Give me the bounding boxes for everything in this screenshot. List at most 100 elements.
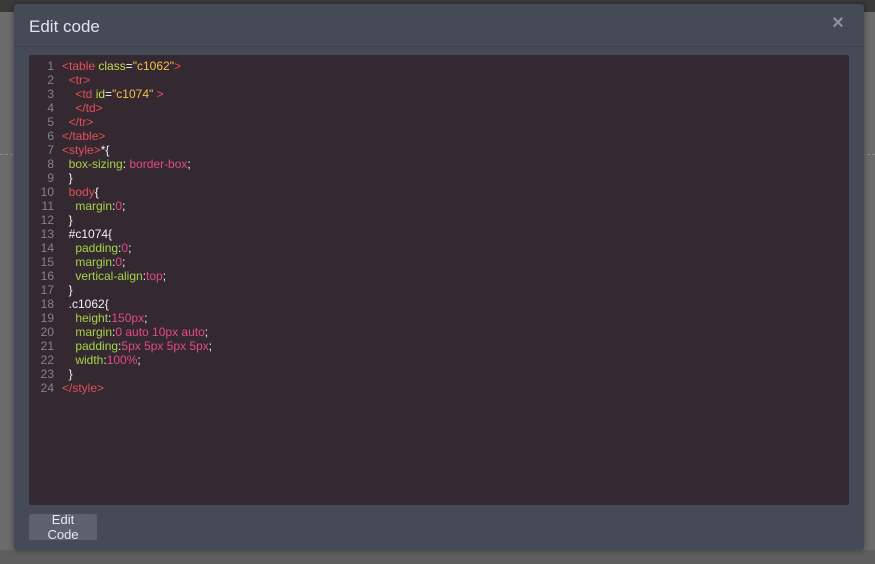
code-token: ; xyxy=(162,269,167,283)
line-code: } xyxy=(62,283,73,297)
code-line[interactable]: 15 margin:0; xyxy=(29,255,849,269)
code-line[interactable]: 17 } xyxy=(29,283,849,297)
line-code: height:150px; xyxy=(62,311,147,325)
code-line[interactable]: 4 </td> xyxy=(29,101,849,115)
code-token: 5px 5px 5px 5px xyxy=(121,339,209,353)
code-token: } xyxy=(62,283,73,297)
code-area[interactable]: 1 <table class="c1062"> 2 <tr> 3 <td id="c1… xyxy=(29,59,849,395)
code-token: ; xyxy=(187,157,191,171)
line-code: <style>*{ xyxy=(62,143,109,157)
code-line[interactable]: 21 padding:5px 5px 5px 5px; xyxy=(29,339,849,353)
code-line[interactable]: 10 body{ xyxy=(29,185,849,199)
code-token: *{ xyxy=(100,143,110,157)
line-code: </style> xyxy=(62,381,104,395)
code-token: } xyxy=(62,171,73,185)
line-code: .c1062{ xyxy=(62,297,109,311)
code-token: "c1062" xyxy=(132,59,174,73)
code-token: margin xyxy=(62,255,113,269)
line-code: } xyxy=(62,213,73,227)
code-line[interactable]: 16 vertical-align:top; xyxy=(29,269,849,283)
code-token: } xyxy=(62,367,73,381)
code-line[interactable]: 23 } xyxy=(29,367,849,381)
backdrop-bottom xyxy=(0,550,875,564)
code-token: border-box xyxy=(129,157,188,171)
code-token: box-sizing xyxy=(62,157,123,171)
code-line[interactable]: 13 #c1074{ xyxy=(29,227,849,241)
code-line[interactable]: 9 } xyxy=(29,171,849,185)
code-token: ; xyxy=(128,241,132,255)
code-line[interactable]: 11 margin:0; xyxy=(29,199,849,213)
code-token: vertical-align xyxy=(62,269,143,283)
code-token: 0 auto 10px auto xyxy=(115,325,205,339)
code-token: <tr> xyxy=(62,73,91,87)
code-line[interactable]: 20 margin:0 auto 10px auto; xyxy=(29,325,849,339)
code-editor[interactable]: 1 <table class="c1062"> 2 <tr> 3 <td id="c1… xyxy=(29,55,849,505)
line-number: 19 xyxy=(40,311,54,325)
code-line[interactable]: 7 <style>*{ xyxy=(29,143,849,157)
code-token: id xyxy=(95,87,106,101)
close-icon[interactable]: × xyxy=(830,13,846,33)
line-code: </tr> xyxy=(62,115,94,129)
line-number: 3 xyxy=(47,87,54,101)
line-number: 7 xyxy=(47,143,54,157)
line-code: </table> xyxy=(62,129,105,143)
code-token: </tr> xyxy=(62,115,94,129)
code-token: 150px xyxy=(111,311,145,325)
line-number: 5 xyxy=(47,115,54,129)
code-line[interactable]: 24 </style> xyxy=(29,381,849,395)
line-number: 13 xyxy=(40,227,54,241)
code-line[interactable]: 2 <tr> xyxy=(29,73,849,87)
code-token: </table> xyxy=(62,129,106,143)
code-line[interactable]: 3 <td id="c1074" > xyxy=(29,87,849,101)
code-line[interactable]: 18 .c1062{ xyxy=(29,297,849,311)
line-code: margin:0; xyxy=(62,255,125,269)
line-number: 24 xyxy=(40,381,54,395)
code-token: 100% xyxy=(106,353,138,367)
line-number: 10 xyxy=(40,185,54,199)
line-code: width:100%; xyxy=(62,353,140,367)
edit-code-modal: Edit code × 1 <table class="c1062"> 2 <tr>… xyxy=(14,4,864,550)
code-token: </style> xyxy=(62,381,105,395)
code-token: ; xyxy=(122,255,126,269)
code-token: </td> xyxy=(62,101,103,115)
code-token: } xyxy=(62,213,73,227)
modal-header: Edit code × xyxy=(14,4,864,47)
code-token: ; xyxy=(204,325,209,339)
code-line[interactable]: 14 padding:0; xyxy=(29,241,849,255)
code-line[interactable]: 1 <table class="c1062"> xyxy=(29,59,849,73)
code-line[interactable]: 8 box-sizing: border-box; xyxy=(29,157,849,171)
line-code: body{ xyxy=(62,185,99,199)
code-token: class xyxy=(98,59,126,73)
code-token: <td xyxy=(62,87,96,101)
code-token: padding xyxy=(62,241,119,255)
edit-code-button[interactable]: Edit Code xyxy=(29,512,97,542)
code-token: = xyxy=(125,59,133,73)
line-code: box-sizing: border-box; xyxy=(62,157,191,171)
code-line[interactable]: 6 </table> xyxy=(29,129,849,143)
code-token: margin xyxy=(62,325,113,339)
code-line[interactable]: 22 width:100%; xyxy=(29,353,849,367)
line-code: <td id="c1074" > xyxy=(62,87,163,101)
line-number: 22 xyxy=(40,353,54,367)
code-line[interactable]: 19 height:150px; xyxy=(29,311,849,325)
line-code: padding:0; xyxy=(62,241,131,255)
code-line[interactable]: 12 } xyxy=(29,213,849,227)
line-code: <table class="c1062"> xyxy=(62,59,181,73)
code-token: body xyxy=(62,185,95,199)
code-token: "c1074" xyxy=(112,87,154,101)
code-token: ; xyxy=(122,199,126,213)
code-token: margin xyxy=(62,199,113,213)
code-token: #c1074 xyxy=(62,227,109,241)
code-token: .c1062 xyxy=(62,297,105,311)
line-number: 1 xyxy=(47,59,54,73)
code-line[interactable]: 5 </tr> xyxy=(29,115,849,129)
code-token: padding xyxy=(62,339,119,353)
code-token: ; xyxy=(144,311,148,325)
line-code: margin:0; xyxy=(62,199,125,213)
line-number: 11 xyxy=(41,199,54,213)
line-code: </td> xyxy=(62,101,103,115)
line-number: 20 xyxy=(40,325,54,339)
line-number: 15 xyxy=(40,255,54,269)
line-number: 17 xyxy=(40,283,54,297)
code-token: width xyxy=(62,353,104,367)
